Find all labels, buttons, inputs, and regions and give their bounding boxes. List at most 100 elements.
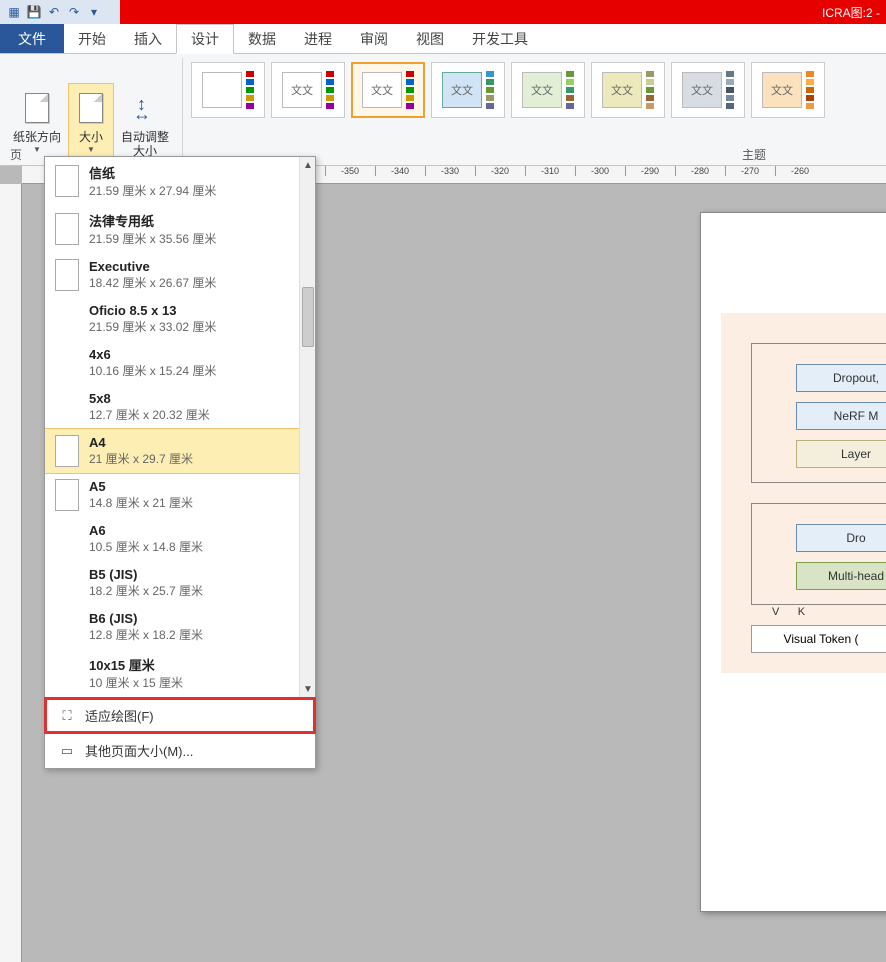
theme-preview: 文文	[282, 72, 322, 108]
tab-file[interactable]: 文件	[0, 24, 64, 53]
size-option[interactable]: B6 (JIS)12.8 厘米 x 18.2 厘米	[45, 605, 299, 649]
diagram-box[interactable]: Dropout,	[796, 364, 886, 392]
theme-preview: 文文	[362, 72, 402, 108]
size-menu-footer: ⛶ 适应绘图(F) ▭ 其他页面大小(M)...	[45, 697, 315, 768]
size-dims: 21 厘米 x 29.7 厘米	[89, 450, 193, 467]
page-icon	[25, 93, 49, 123]
scroll-thumb[interactable]	[302, 287, 314, 347]
page-icon	[55, 657, 79, 689]
diagram-box[interactable]: Dro	[796, 524, 886, 552]
size-option[interactable]: Oficio 8.5 x 1321.59 厘米 x 33.02 厘米	[45, 297, 299, 341]
diagram-box[interactable]: Visual Token (	[751, 625, 886, 653]
page-icon	[55, 611, 79, 643]
size-option[interactable]: A514.8 厘米 x 21 厘米	[45, 473, 299, 517]
size-name: B5 (JIS)	[89, 567, 203, 582]
size-dims: 21.59 厘米 x 35.56 厘米	[89, 230, 216, 247]
size-label: 大小	[79, 130, 103, 144]
orientation-label: 纸张方向	[13, 130, 61, 144]
redo-icon[interactable]: ↷	[66, 4, 82, 20]
size-option[interactable]: 信纸21.59 厘米 x 27.94 厘米	[45, 157, 299, 205]
theme-item[interactable]	[191, 62, 265, 118]
size-name: 5x8	[89, 391, 210, 406]
tab-design[interactable]: 设计	[176, 24, 234, 54]
size-dropdown-menu: 信纸21.59 厘米 x 27.94 厘米法律专用纸21.59 厘米 x 35.…	[44, 156, 316, 769]
save-icon[interactable]: 💾	[26, 4, 42, 20]
size-name: 法律专用纸	[89, 211, 216, 230]
undo-icon[interactable]: ↶	[46, 4, 62, 20]
theme-preview: 文文	[602, 72, 642, 108]
scroll-down-icon[interactable]: ▼	[300, 681, 315, 697]
tab-review[interactable]: 审阅	[346, 24, 402, 53]
ribbon-tabs: 文件 开始 插入 设计 数据 进程 审阅 视图 开发工具	[0, 24, 886, 54]
theme-item[interactable]: 文文	[431, 62, 505, 118]
autofit-button[interactable]: 自动调整 大小	[114, 83, 176, 163]
size-option[interactable]: 4x610.16 厘米 x 15.24 厘米	[45, 341, 299, 385]
size-dims: 10.16 厘米 x 15.24 厘米	[89, 362, 216, 379]
page-icon	[55, 303, 79, 335]
page-icon	[55, 259, 79, 291]
theme-item[interactable]: 文文	[511, 62, 585, 118]
autofit-label: 自动调整 大小	[121, 130, 169, 158]
tab-developer[interactable]: 开发工具	[458, 24, 542, 53]
page-icon	[55, 165, 79, 197]
tab-view[interactable]: 视图	[402, 24, 458, 53]
size-dims: 10.5 厘米 x 14.8 厘米	[89, 538, 203, 555]
page-icon	[55, 523, 79, 555]
theme-item[interactable]: 文文	[591, 62, 665, 118]
size-name: A6	[89, 523, 203, 538]
size-name: 信纸	[89, 163, 216, 182]
theme-preview: 文文	[442, 72, 482, 108]
autofit-icon	[131, 94, 159, 122]
size-button[interactable]: 大小 ▼	[68, 83, 114, 163]
size-name: A4	[89, 435, 193, 450]
size-dims: 12.8 厘米 x 18.2 厘米	[89, 626, 203, 643]
more-sizes-item[interactable]: ▭ 其他页面大小(M)...	[45, 733, 315, 768]
quick-access-toolbar: ▦ 💾 ↶ ↷ ▾	[0, 0, 120, 24]
app-icon[interactable]: ▦	[6, 4, 22, 20]
fit-drawing-item[interactable]: ⛶ 适应绘图(F)	[45, 698, 315, 733]
tab-data[interactable]: 数据	[234, 24, 290, 53]
size-option[interactable]: A610.5 厘米 x 14.8 厘米	[45, 517, 299, 561]
themes-gallery: 文文 文文 文文 文文 文文 文文 文文	[183, 58, 886, 163]
titlebar: ▦ 💾 ↶ ↷ ▾ ICRA图:2 -	[0, 0, 886, 24]
qat-dropdown-icon[interactable]: ▾	[86, 4, 102, 20]
size-option[interactable]: 5x812.7 厘米 x 20.32 厘米	[45, 385, 299, 429]
page-icon	[55, 213, 79, 245]
page-icon	[55, 435, 79, 467]
size-dims: 14.8 厘米 x 21 厘米	[89, 494, 193, 511]
theme-item[interactable]: 文文	[271, 62, 345, 118]
scroll-up-icon[interactable]: ▲	[300, 157, 315, 173]
page-icon	[79, 93, 103, 123]
tab-insert[interactable]: 插入	[120, 24, 176, 53]
size-option[interactable]: B5 (JIS)18.2 厘米 x 25.7 厘米	[45, 561, 299, 605]
diagram-box[interactable]: Multi-head	[796, 562, 886, 590]
drawing-page[interactable]: Dropout, NeRF M Layer Dro Multi-head V K…	[700, 212, 886, 912]
size-option[interactable]: 10x15 厘米10 厘米 x 15 厘米	[45, 649, 299, 697]
size-option[interactable]: Executive18.42 厘米 x 26.67 厘米	[45, 253, 299, 297]
diagram-box[interactable]: NeRF M	[796, 402, 886, 430]
scrollbar[interactable]: ▲ ▼	[299, 157, 315, 697]
size-option[interactable]: 法律专用纸21.59 厘米 x 35.56 厘米	[45, 205, 299, 253]
diagram-box[interactable]: Layer	[796, 440, 886, 468]
size-dims: 21.59 厘米 x 27.94 厘米	[89, 182, 216, 199]
fit-drawing-label: 适应绘图(F)	[85, 706, 154, 725]
page-setup-icon: ▭	[59, 743, 75, 759]
page-icon	[55, 391, 79, 423]
theme-item[interactable]: 文文	[671, 62, 745, 118]
theme-item[interactable]: 文文	[751, 62, 825, 118]
theme-preview: 文文	[762, 72, 802, 108]
window-title: ICRA图:2 -	[120, 4, 886, 21]
tab-process[interactable]: 进程	[290, 24, 346, 53]
fit-icon: ⛶	[59, 708, 75, 724]
themes-group-label: 主题	[742, 146, 766, 163]
size-option[interactable]: A421 厘米 x 29.7 厘米	[45, 428, 300, 474]
page-icon	[55, 347, 79, 379]
theme-item[interactable]: 文文	[351, 62, 425, 118]
size-dims: 18.42 厘米 x 26.67 厘米	[89, 274, 216, 291]
ribbon-group-page: 纸张方向 ▼ 大小 ▼ 自动调整 大小 页	[0, 58, 183, 163]
size-list: 信纸21.59 厘米 x 27.94 厘米法律专用纸21.59 厘米 x 35.…	[45, 157, 315, 697]
size-name: 10x15 厘米	[89, 655, 183, 674]
ruler-vertical	[0, 184, 22, 962]
page-group-label: 页	[10, 146, 22, 163]
tab-home[interactable]: 开始	[64, 24, 120, 53]
